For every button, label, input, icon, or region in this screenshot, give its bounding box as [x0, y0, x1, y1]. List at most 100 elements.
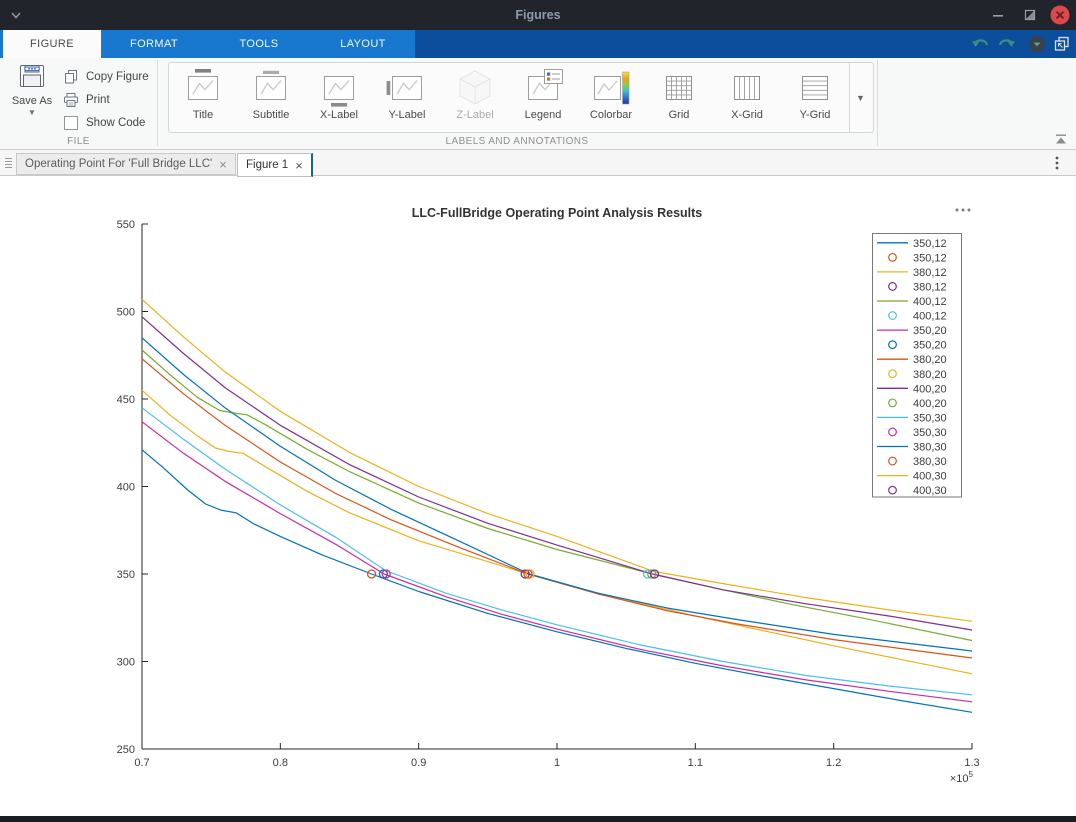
- y-tick-label: 350: [117, 569, 135, 581]
- legend-label: 380,30: [913, 442, 947, 454]
- ribbon-tab-layout[interactable]: LAYOUT: [311, 30, 415, 58]
- copy-figure-icon: [63, 69, 81, 85]
- print-button[interactable]: Print: [63, 88, 157, 111]
- figure-canvas: LLC-FullBridge Operating Point Analysis …: [0, 176, 1076, 816]
- save-as-button[interactable]: Save As ▼: [6, 63, 58, 135]
- legend-label: 380,12: [913, 281, 947, 293]
- ribbon-tab-strip: FIGUREFORMATTOOLSLAYOUT: [0, 30, 1076, 58]
- doc-tab-inactive[interactable]: Operating Point For 'Full Bridge LLC' ×: [16, 153, 236, 175]
- curve-350,30: [142, 408, 972, 695]
- ribbon-body: Save As ▼ Copy Figure Print Show Code FILE…: [0, 58, 1076, 150]
- labels-group-dropdown-icon[interactable]: ▼: [849, 63, 871, 132]
- x-tick-label: 1.3: [964, 757, 979, 769]
- save-as-caret-icon: ▼: [6, 108, 58, 117]
- button-label: Subtitle: [237, 109, 305, 121]
- y-tick-label: 500: [117, 307, 135, 319]
- legend-label: 400,30: [913, 485, 947, 497]
- titlebar: Figures: [0, 0, 1076, 30]
- x-axis: 0.70.80.911.11.21.3×105: [134, 743, 979, 785]
- plot-title: LLC-FullBridge Operating Point Analysis …: [412, 206, 703, 220]
- legend-label: 350,30: [913, 412, 947, 424]
- button-label: Z-Label: [441, 109, 509, 121]
- window-title: Figures: [0, 0, 1076, 30]
- doc-tab-active[interactable]: Figure 1×: [237, 153, 313, 177]
- legend-label: 380,30: [913, 456, 947, 468]
- y-grid-icon: [781, 68, 849, 109]
- button-label: Y-Grid: [781, 109, 849, 121]
- button-label: Print: [86, 94, 110, 106]
- grid-icon: [645, 68, 713, 109]
- ribbon-button-x-label[interactable]: X-Label: [305, 63, 373, 132]
- help-dropdown-icon[interactable]: [1028, 35, 1046, 58]
- legend-icon: [509, 68, 577, 109]
- tab-bar-grip-icon[interactable]: [3, 155, 15, 171]
- doc-tab-label: Operating Point For 'Full Bridge LLC': [25, 158, 212, 170]
- plot-options-button[interactable]: [956, 209, 971, 212]
- x-axis-multiplier: ×105: [950, 770, 974, 785]
- x-tick-label: 0.9: [411, 757, 426, 769]
- checkbox-icon: [63, 115, 81, 131]
- button-label: Copy Figure: [86, 71, 149, 83]
- labels-annotations-group: TitleSubtitleX-LabelY-LabelZ-LabelLegend…: [168, 62, 874, 133]
- document-tab-bar: Operating Point For 'Full Bridge LLC'×Fi…: [0, 150, 1076, 176]
- figure-plot: LLC-FullBridge Operating Point Analysis …: [0, 176, 1076, 816]
- x-label-icon: [305, 68, 373, 109]
- ribbon-tab-tools[interactable]: TOOLS: [207, 30, 311, 58]
- ribbon-button-grid[interactable]: Grid: [645, 63, 713, 132]
- ribbon-button-colorbar[interactable]: Colorbar: [577, 63, 645, 132]
- button-label: Colorbar: [577, 109, 645, 121]
- x-tick-label: 1: [554, 757, 560, 769]
- button-label: Title: [169, 109, 237, 121]
- ribbon-button-x-grid[interactable]: X-Grid: [713, 63, 781, 132]
- subtitle-icon: [237, 68, 305, 109]
- ribbon-tab-format[interactable]: FORMAT: [101, 30, 207, 58]
- section-divider: [157, 60, 158, 146]
- file-section-label: FILE: [0, 136, 157, 147]
- close-tab-icon[interactable]: ×: [295, 159, 303, 172]
- x-tick-label: 1.2: [826, 757, 841, 769]
- collapse-ribbon-icon[interactable]: [1054, 133, 1068, 145]
- ribbon-button-y-grid[interactable]: Y-Grid: [781, 63, 849, 132]
- copy-figure-button[interactable]: Copy Figure: [63, 65, 157, 88]
- colorbar-icon: [577, 68, 645, 109]
- legend-label: 380,20: [913, 369, 947, 381]
- legend[interactable]: 350,12350,12380,12380,12400,12400,12350,…: [873, 234, 962, 498]
- minimize-button[interactable]: [989, 6, 1007, 24]
- save-icon: [18, 76, 46, 93]
- x-tick-label: 0.8: [273, 757, 288, 769]
- y-tick-label: 300: [117, 657, 135, 669]
- figures-window: Figures FIGUREFORMATTOOLSLAYOUT: [0, 0, 1076, 822]
- restore-button[interactable]: [1021, 6, 1039, 24]
- button-label: Grid: [645, 109, 713, 121]
- new-window-icon[interactable]: [1053, 36, 1071, 57]
- y-tick-label: 450: [117, 394, 135, 406]
- undo-icon[interactable]: [971, 35, 991, 58]
- section-divider: [877, 60, 878, 146]
- legend-label: 400,12: [913, 296, 947, 308]
- taskbar-edge: [0, 816, 1076, 822]
- curve-380,20: [142, 359, 972, 658]
- ribbon-button-subtitle[interactable]: Subtitle: [237, 63, 305, 132]
- ribbon-button-title[interactable]: Title: [169, 63, 237, 132]
- close-tab-icon[interactable]: ×: [219, 158, 227, 171]
- legend-label: 380,20: [913, 354, 947, 366]
- curve-350,12: [142, 450, 972, 713]
- close-button[interactable]: [1049, 4, 1071, 26]
- ribbon-button-y-label[interactable]: Y-Label: [373, 63, 441, 132]
- ribbon-tab-figure[interactable]: FIGURE: [3, 30, 101, 58]
- button-label: X-Grid: [713, 109, 781, 121]
- ribbon-button-legend[interactable]: Legend: [509, 63, 577, 132]
- legend-label: 350,12: [913, 238, 947, 250]
- legend-label: 400,20: [913, 383, 947, 395]
- z-label-icon: [441, 68, 509, 109]
- y-label-icon: [373, 68, 441, 109]
- curve-400,30: [142, 299, 972, 621]
- print-icon: [63, 92, 81, 108]
- curve-350,20: [142, 422, 972, 702]
- redo-icon[interactable]: [996, 35, 1016, 58]
- tab-options-kebab-icon[interactable]: [1052, 155, 1062, 171]
- show-code-button[interactable]: Show Code: [63, 111, 157, 134]
- curve-400,20: [142, 317, 972, 630]
- x-tick-label: 1.1: [688, 757, 703, 769]
- y-tick-label: 250: [117, 744, 135, 756]
